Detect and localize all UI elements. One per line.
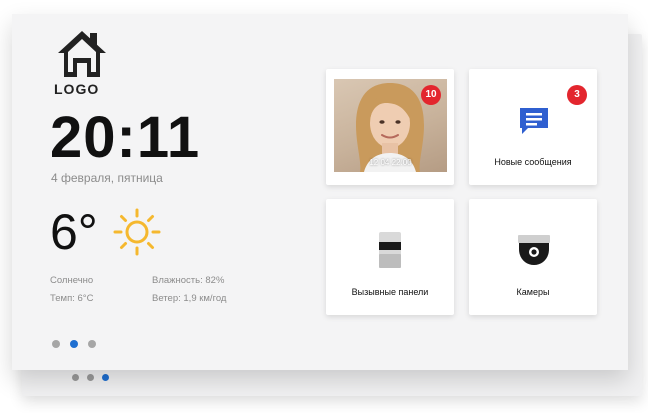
house-icon: [58, 31, 106, 77]
page-dot-active[interactable]: [70, 340, 78, 348]
call-panel-icon: [379, 232, 401, 268]
weather-wind: Ветер: 1,9 км/год: [152, 293, 227, 304]
missed-calls-badge: 10: [421, 85, 441, 105]
clock-time: 20:11: [50, 105, 201, 170]
new-messages-badge: 3: [567, 85, 587, 105]
back-pagination: [72, 374, 109, 381]
tile-cameras-label: Камеры: [516, 287, 550, 297]
dome-camera-icon: [518, 235, 550, 265]
tile-cameras[interactable]: Камеры: [469, 199, 597, 315]
logo: LOGO: [52, 29, 112, 99]
weather-condition: Солнечно: [50, 275, 94, 286]
snapshot-timestamp: 12 04 22:00: [369, 158, 412, 167]
page-dot[interactable]: [52, 340, 60, 348]
pagination: [52, 340, 96, 348]
back-page-dot[interactable]: [87, 374, 94, 381]
weather-left: Солнечно Темп: 6°C: [50, 272, 93, 308]
tile-visitor-call[interactable]: 12 04 22:00 10: [326, 69, 454, 185]
page-dot[interactable]: [88, 340, 96, 348]
back-page-dot-active[interactable]: [102, 374, 109, 381]
tile-messages[interactable]: 3 Новые сообщения: [469, 69, 597, 185]
logo-text: LOGO: [54, 81, 100, 97]
clock-date: 4 февраля, пятница: [51, 171, 163, 185]
back-page-dot[interactable]: [72, 374, 79, 381]
weather-feels-like: Темп: 6°C: [50, 293, 94, 304]
tile-messages-label: Новые сообщения: [494, 157, 572, 167]
sun-icon: [113, 208, 161, 256]
message-icon: [520, 108, 548, 134]
weather-humidity: Влажность: 82%: [152, 275, 225, 286]
tile-call-panels-label: Вызывные панели: [351, 287, 429, 297]
temperature: 6°: [50, 204, 98, 260]
weather-right: Влажность: 82% Ветер: 1,9 км/год: [152, 272, 226, 308]
home-screen: LOGO 20:11 4 февраля, пятница 6° Солнечн…: [12, 14, 628, 370]
tile-call-panels[interactable]: Вызывные панели: [326, 199, 454, 315]
